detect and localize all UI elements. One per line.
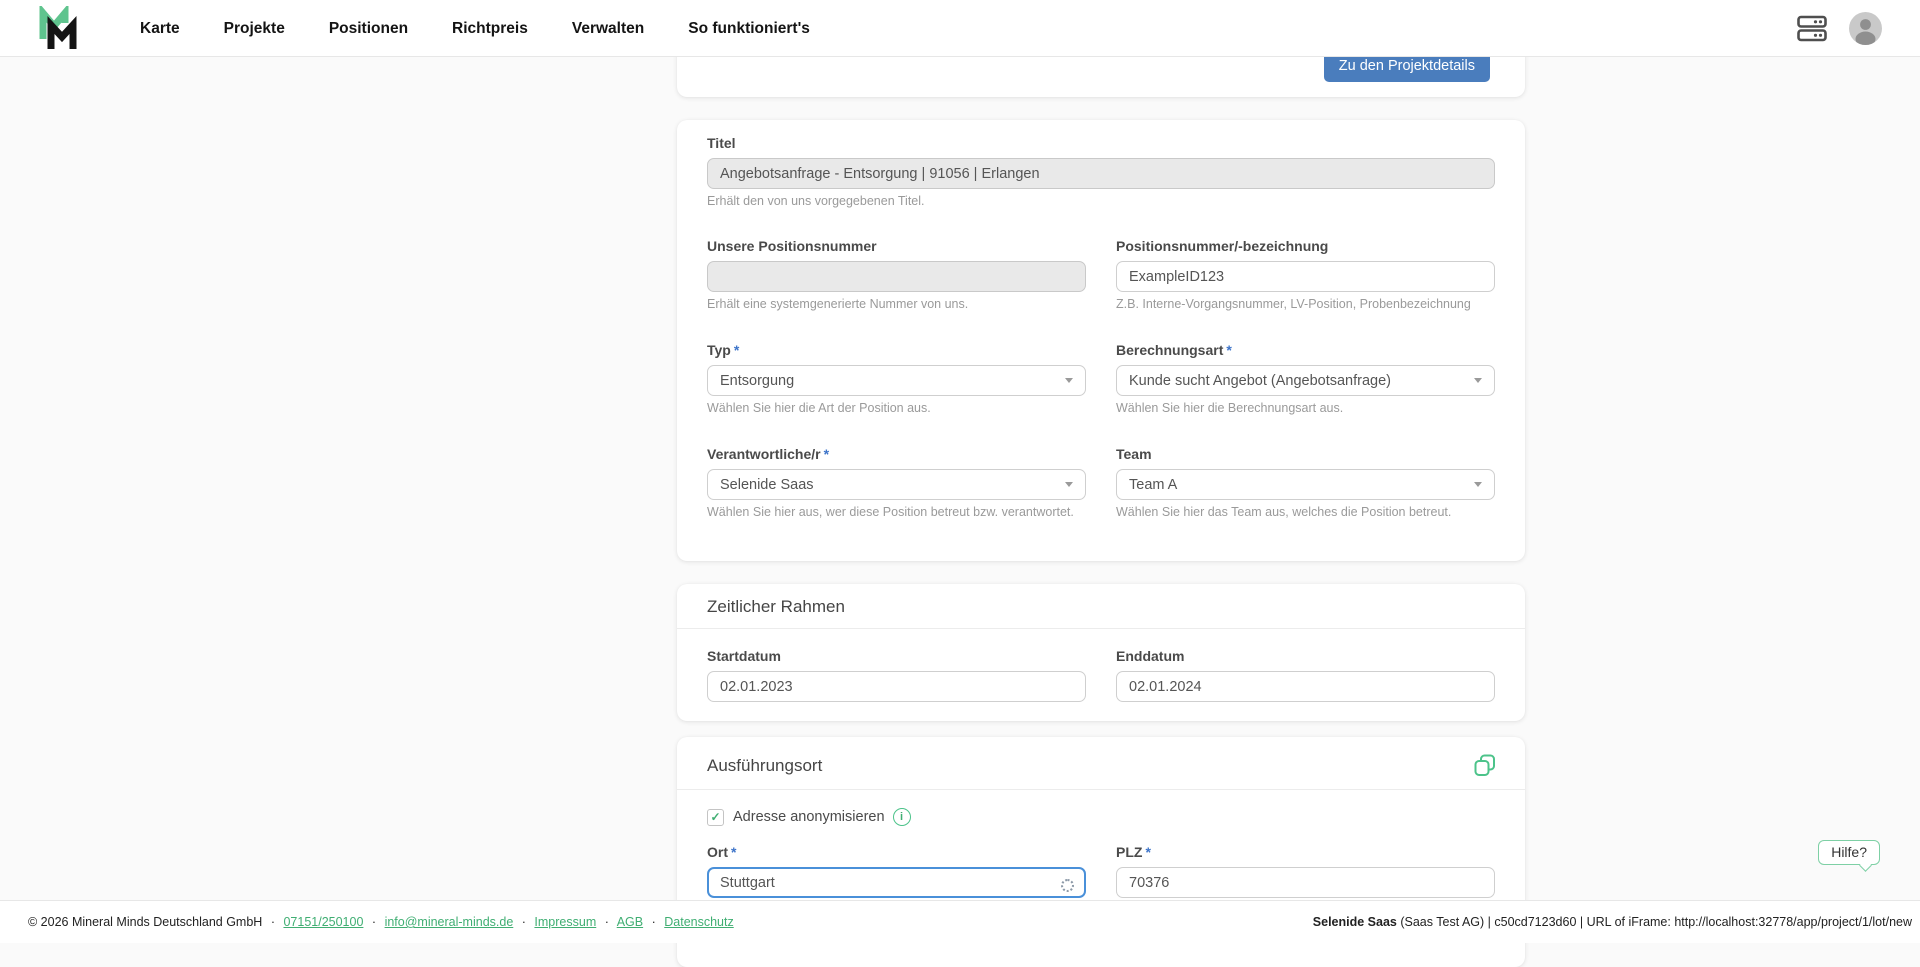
nav-item-richtpreis[interactable]: Richtpreis: [452, 20, 528, 38]
zeitraum-card: Zeitlicher Rahmen Startdatum Enddatum: [677, 584, 1525, 721]
field-plz: PLZ*: [1116, 844, 1495, 898]
footer-link-email[interactable]: info@mineral-minds.de: [385, 915, 514, 929]
required-asterisk: *: [824, 446, 829, 462]
field-typ: Typ* Entsorgung Wählen Sie hier die Art …: [707, 342, 1086, 416]
footer-separator: ·: [652, 915, 656, 929]
unsere-positionsnummer-label: Unsere Positionsnummer: [707, 238, 1086, 255]
footer-link-agb[interactable]: AGB: [617, 915, 643, 929]
berechnungsart-select-value: Kunde sucht Angebot (Angebotsanfrage): [1129, 373, 1391, 389]
field-startdatum: Startdatum: [707, 648, 1086, 702]
anonymize-row: ✓ Adresse anonymisieren i: [707, 807, 1495, 827]
zeitraum-heading: Zeitlicher Rahmen: [677, 584, 1525, 629]
field-team: Team Team A Wählen Sie hier das Team aus…: [1116, 446, 1495, 520]
required-asterisk: *: [1226, 342, 1231, 358]
enddatum-input[interactable]: [1116, 671, 1495, 702]
field-titel: Titel Erhält den von uns vorgegebenen Ti…: [707, 135, 1495, 209]
plz-label: PLZ*: [1116, 844, 1495, 861]
required-asterisk: *: [734, 342, 739, 358]
info-icon[interactable]: i: [893, 808, 911, 826]
berechnungsart-select[interactable]: Kunde sucht Angebot (Angebotsanfrage): [1116, 365, 1495, 396]
chevron-down-icon: [1065, 378, 1073, 383]
team-select-value: Team A: [1129, 477, 1177, 493]
help-label: Hilfe?: [1831, 844, 1867, 860]
required-asterisk: *: [731, 844, 736, 860]
anonymize-checkbox[interactable]: ✓: [707, 809, 724, 826]
header-actions: [1797, 0, 1882, 57]
top-navbar: Karte Projekte Positionen Richtpreis Ver…: [0, 0, 1920, 57]
typ-select-value: Entsorgung: [720, 373, 794, 389]
copy-icon[interactable]: [1473, 753, 1497, 777]
titel-helper: Erhält den von uns vorgegebenen Titel.: [707, 194, 1495, 209]
unsere-positionsnummer-helper: Erhält eine systemgenerierte Nummer von …: [707, 297, 1086, 312]
footer-left: © 2026 Mineral Minds Deutschland GmbH · …: [28, 915, 734, 929]
position-form-card: Titel Erhält den von uns vorgegebenen Ti…: [677, 120, 1525, 561]
verantwortlicher-label: Verantwortliche/r*: [707, 446, 1086, 463]
field-unsere-positionsnummer: Unsere Positionsnummer Erhält eine syste…: [707, 238, 1086, 312]
form-content: Zu den Projektdetails Titel Erhält den v…: [677, 0, 1525, 967]
ort-label: Ort*: [707, 844, 1086, 861]
startdatum-input[interactable]: [707, 671, 1086, 702]
unsere-positionsnummer-input: [707, 261, 1086, 292]
berechnungsart-helper: Wählen Sie hier die Berechnungsart aus.: [1116, 401, 1495, 416]
nav-item-verwalten[interactable]: Verwalten: [572, 20, 644, 38]
field-ort: Ort*: [707, 844, 1086, 898]
user-avatar[interactable]: [1849, 12, 1882, 45]
typ-select[interactable]: Entsorgung: [707, 365, 1086, 396]
typ-helper: Wählen Sie hier die Art der Position aus…: [707, 401, 1086, 416]
field-berechnungsart: Berechnungsart* Kunde sucht Angebot (Ang…: [1116, 342, 1495, 416]
titel-input: [707, 158, 1495, 189]
footer-separator: ·: [522, 915, 526, 929]
verantwortlicher-select[interactable]: Selenide Saas: [707, 469, 1086, 500]
team-label: Team: [1116, 446, 1495, 463]
team-helper: Wählen Sie hier das Team aus, welches di…: [1116, 505, 1495, 520]
positionsnummer-label: Positionsnummer/-bezeichnung: [1116, 238, 1495, 255]
field-positionsnummer: Positionsnummer/-bezeichnung Z.B. Intern…: [1116, 238, 1495, 312]
page: { "navbar": { "items": ["Karte", "Projek…: [0, 0, 1920, 943]
enddatum-label: Enddatum: [1116, 648, 1495, 665]
required-asterisk: *: [1145, 844, 1150, 860]
ort-input[interactable]: [707, 867, 1086, 898]
server-stack-icon[interactable]: [1797, 15, 1827, 42]
ausfuehrungsort-heading: Ausführungsort: [677, 737, 1525, 790]
positionsnummer-input[interactable]: [1116, 261, 1495, 292]
team-select[interactable]: Team A: [1116, 469, 1495, 500]
person-icon: [1849, 12, 1882, 45]
speech-bubble-tail: [1859, 859, 1872, 872]
footer-link-phone[interactable]: 07151/250100: [283, 915, 363, 929]
verantwortlicher-helper: Wählen Sie hier aus, wer diese Position …: [707, 505, 1086, 520]
footer-separator: ·: [271, 915, 275, 929]
chevron-down-icon: [1474, 482, 1482, 487]
chevron-down-icon: [1065, 482, 1073, 487]
titel-label: Titel: [707, 135, 1495, 152]
plz-input[interactable]: [1116, 867, 1495, 898]
typ-label: Typ*: [707, 342, 1086, 359]
footer-link-impressum[interactable]: Impressum: [534, 915, 596, 929]
positionsnummer-helper: Z.B. Interne-Vorgangsnummer, LV-Position…: [1116, 297, 1495, 312]
nav-item-projekte[interactable]: Projekte: [224, 20, 285, 38]
field-enddatum: Enddatum: [1116, 648, 1495, 702]
verantwortlicher-select-value: Selenide Saas: [720, 477, 814, 493]
footer-copyright: © 2026 Mineral Minds Deutschland GmbH: [28, 915, 262, 929]
nav-item-karte[interactable]: Karte: [140, 20, 180, 38]
footer-right: Selenide Saas (Saas Test AG) | c50cd7123…: [1313, 915, 1912, 929]
nav-item-positionen[interactable]: Positionen: [329, 20, 408, 38]
mineral-minds-logo-icon[interactable]: [38, 6, 84, 52]
footer-separator: ·: [372, 915, 376, 929]
main-nav: Karte Projekte Positionen Richtpreis Ver…: [140, 0, 810, 57]
footer-link-datenschutz[interactable]: Datenschutz: [664, 915, 733, 929]
footer-session-info: (Saas Test AG) | c50cd7123d60 | URL of i…: [1397, 915, 1912, 929]
nav-item-so-funktionierts[interactable]: So funktioniert's: [688, 20, 810, 38]
footer-user-name: Selenide Saas: [1313, 915, 1397, 929]
footer-separator: ·: [605, 915, 609, 929]
field-verantwortlicher: Verantwortliche/r* Selenide Saas Wählen …: [707, 446, 1086, 520]
startdatum-label: Startdatum: [707, 648, 1086, 665]
anonymize-label: Adresse anonymisieren: [733, 809, 885, 825]
footer: © 2026 Mineral Minds Deutschland GmbH · …: [0, 900, 1920, 943]
berechnungsart-label: Berechnungsart*: [1116, 342, 1495, 359]
loading-spinner-icon: [1061, 879, 1074, 892]
check-icon: ✓: [710, 811, 720, 823]
chevron-down-icon: [1474, 378, 1482, 383]
help-button[interactable]: Hilfe?: [1818, 840, 1880, 865]
